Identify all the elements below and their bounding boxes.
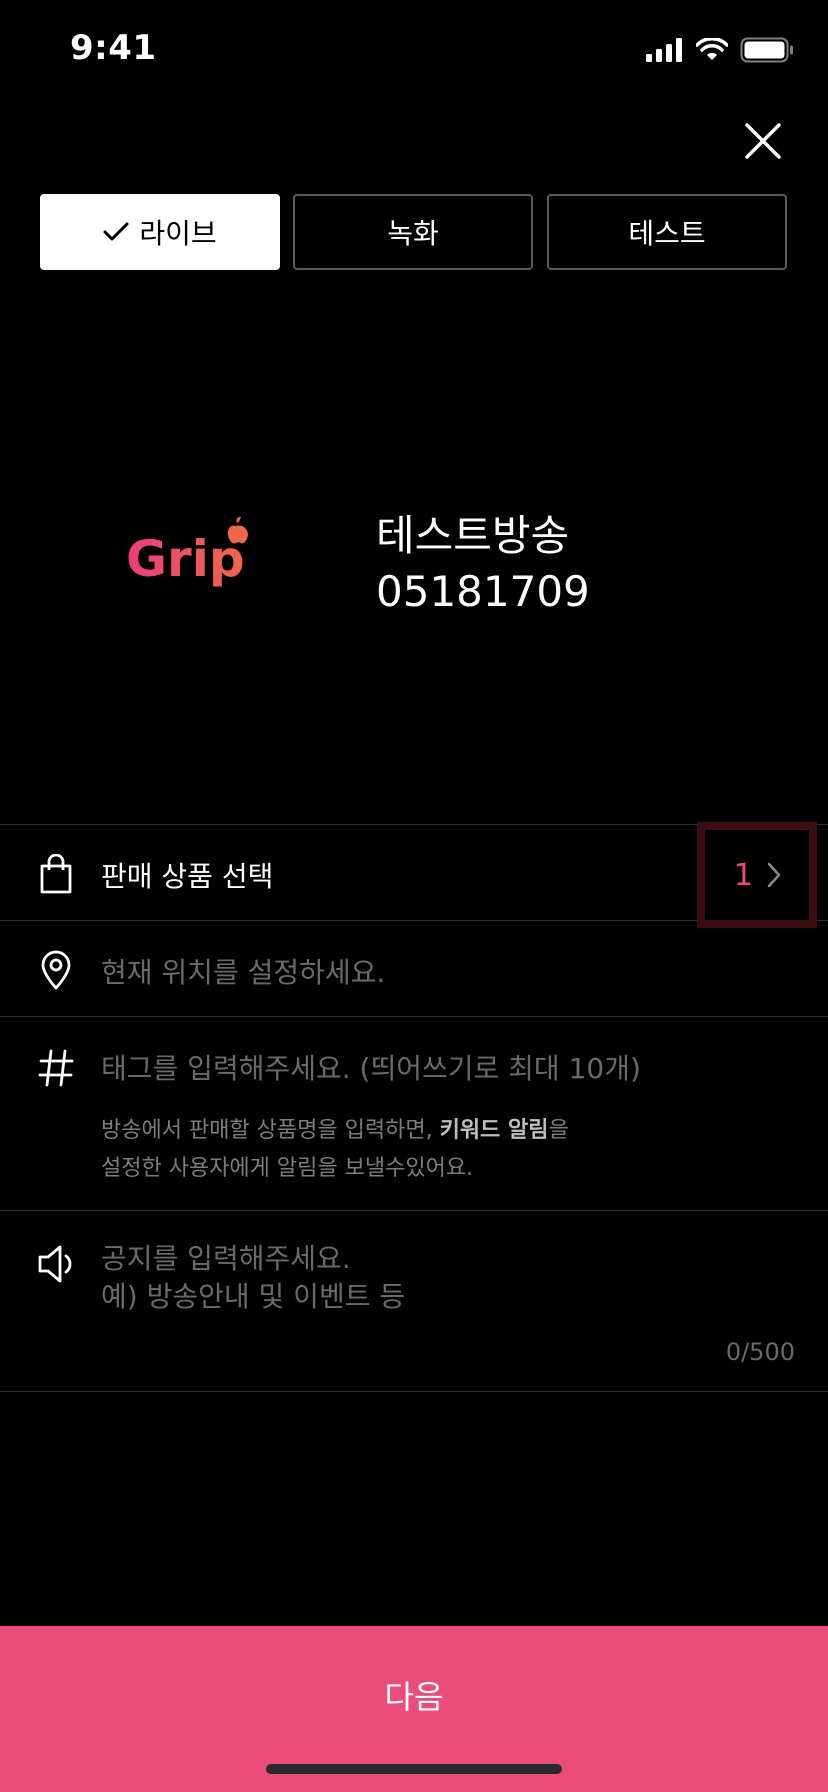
tab-test-label: 테스트 — [628, 217, 706, 250]
notice-placeholder-line2: 예) 방송안내 및 이벤트 등 — [101, 1280, 406, 1313]
battery-icon — [740, 37, 793, 63]
close-button[interactable] — [740, 118, 786, 164]
helper-text-part1: 방송에서 판매할 상품명을 입력하면, — [101, 1118, 440, 1143]
helper-text-line2: 설정한 사용자에게 알림을 보낼수있어요. — [101, 1156, 474, 1181]
tags-helper-text: 방송에서 판매할 상품명을 입력하면, 키워드 알림을 설정한 사용자에게 알림… — [101, 1112, 569, 1188]
location-placeholder: 현재 위치를 설정하세요. — [101, 956, 386, 989]
tab-recording-label: 녹화 — [387, 217, 439, 250]
broadcast-code: 05181709 — [376, 567, 590, 616]
tab-live-label: 라이브 — [139, 217, 217, 250]
close-icon — [745, 123, 781, 159]
next-button[interactable]: 다음 — [0, 1626, 828, 1792]
apple-icon — [227, 516, 248, 544]
shopping-bag-icon — [36, 852, 76, 896]
megaphone-icon — [36, 1242, 76, 1286]
svg-text:Grip: Grip — [126, 530, 245, 588]
location-pin-icon — [36, 948, 76, 992]
product-select-label: 판매 상품 선택 — [101, 860, 274, 893]
hashtag-icon — [36, 1046, 76, 1090]
status-icons — [646, 36, 794, 64]
check-icon — [103, 222, 129, 242]
helper-text-part2: 을 — [548, 1118, 569, 1143]
home-indicator — [266, 1764, 562, 1774]
chevron-right-icon — [767, 862, 781, 888]
grip-logo: Grip — [126, 516, 252, 594]
broadcast-title: 테스트방송 — [376, 511, 570, 560]
tab-live[interactable]: 라이브 — [40, 194, 280, 270]
broadcast-title-block: 테스트방송 05181709 — [376, 508, 590, 620]
keyword-alert-text: 키워드 알림 — [439, 1118, 549, 1143]
tags-placeholder: 태그를 입력해주세요. (띄어쓰기로 최대 10개) — [101, 1052, 641, 1085]
wifi-icon — [696, 38, 728, 60]
divider — [0, 1391, 828, 1392]
notice-placeholder-line1: 공지를 입력해주세요. — [101, 1242, 351, 1275]
product-count-button[interactable]: 1 — [697, 822, 817, 928]
tab-recording[interactable]: 녹화 — [293, 194, 533, 270]
next-button-label: 다음 — [384, 1678, 444, 1716]
notice-char-counter: 0/500 — [725, 1338, 795, 1366]
signal-icon — [646, 38, 682, 62]
status-time: 9:41 — [70, 28, 157, 68]
tab-test[interactable]: 테스트 — [547, 194, 787, 270]
notice-placeholder: 공지를 입력해주세요. 예) 방송안내 및 이벤트 등 — [101, 1240, 405, 1316]
product-count: 1 — [733, 857, 753, 893]
